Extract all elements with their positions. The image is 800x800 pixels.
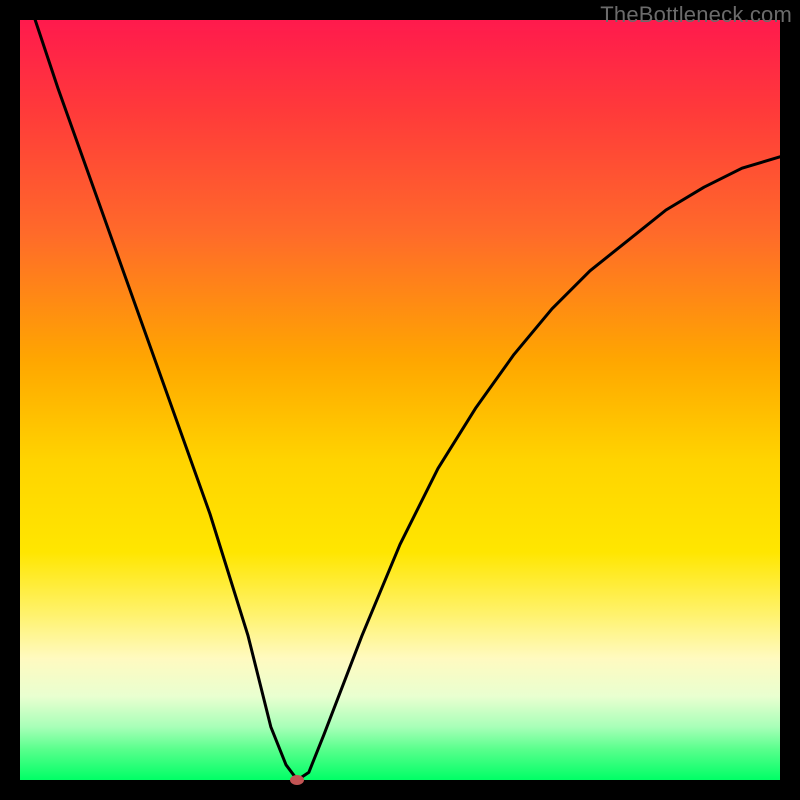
curve-svg	[20, 20, 780, 780]
plot-area	[20, 20, 780, 780]
curve-line	[35, 20, 780, 780]
minimum-marker	[290, 775, 304, 785]
chart-container: TheBottleneck.com	[0, 0, 800, 800]
watermark-text: TheBottleneck.com	[600, 2, 792, 28]
